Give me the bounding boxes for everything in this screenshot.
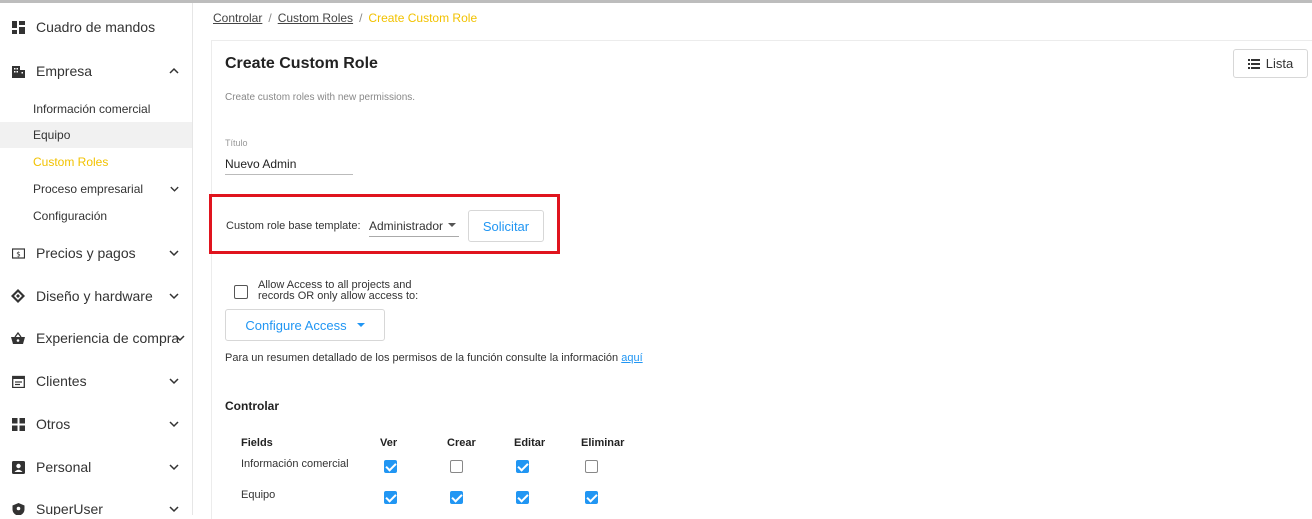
permission-checkbox-crear[interactable]: [450, 491, 463, 504]
permission-checkbox-editar[interactable]: [516, 460, 529, 473]
info-link[interactable]: aquí: [621, 352, 642, 364]
superuser-icon: [11, 502, 25, 515]
configure-access-label: Configure Access: [245, 317, 347, 333]
chevron-down-icon: [175, 335, 185, 342]
sidebar-item-label: Precios y pagos: [36, 245, 136, 261]
breadcrumb-current: Create Custom Role: [368, 11, 478, 25]
dashboard-icon: [11, 20, 25, 34]
sidebar-subitem-equipo[interactable]: Equipo: [0, 122, 192, 148]
apply-template-button[interactable]: Solicitar: [468, 210, 544, 242]
configure-access-button[interactable]: Configure Access: [225, 309, 385, 341]
sidebar-item-personal[interactable]: Personal: [0, 447, 192, 487]
breadcrumb-link-controlar[interactable]: Controlar: [213, 11, 262, 25]
permission-checkbox-eliminar[interactable]: [585, 460, 598, 473]
sidebar-item-dashboard[interactable]: Cuadro de mandos: [0, 7, 192, 47]
sidebar-item-label: SuperUser: [36, 501, 103, 515]
svg-text:$: $: [16, 250, 20, 258]
sidebar-item-precios-pagos[interactable]: $ Precios y pagos: [0, 233, 192, 273]
apply-template-label: Solicitar: [482, 218, 530, 234]
column-header-editar: Editar: [514, 437, 546, 449]
allow-access-checkbox[interactable]: [234, 285, 248, 299]
chevron-down-icon: [169, 506, 179, 513]
column-header-ver: Ver: [380, 437, 398, 449]
chevron-down-icon: [170, 186, 179, 192]
sidebar-subitem-informacion-comercial[interactable]: Información comercial: [0, 96, 192, 122]
permission-checkbox-ver[interactable]: [384, 491, 397, 504]
permission-checkbox-eliminar[interactable]: [585, 491, 598, 504]
sidebar-subitem-label: Configuración: [33, 209, 108, 223]
template-select[interactable]: Administrador: [369, 215, 459, 237]
permission-checkbox-crear[interactable]: [450, 460, 463, 473]
page-subtitle: Create custom roles with new permissions…: [225, 92, 416, 103]
list-icon: [1247, 58, 1260, 69]
chevron-down-icon: [169, 378, 179, 385]
sidebar-item-diseno-hardware[interactable]: Diseño y hardware: [0, 276, 192, 316]
sidebar-subitem-label: Información comercial: [33, 102, 151, 116]
permission-row-label: Equipo: [241, 489, 276, 501]
column-header-crear: Crear: [447, 437, 476, 449]
clients-icon: [11, 374, 25, 388]
permission-checkbox-ver[interactable]: [384, 460, 397, 473]
allow-access-text: Allow Access to all projects and records…: [258, 279, 419, 302]
sidebar-subitem-label: Custom Roles: [33, 155, 109, 169]
sidebar-item-clientes[interactable]: Clientes: [0, 361, 192, 401]
sidebar-item-superuser[interactable]: SuperUser: [0, 489, 192, 515]
chevron-down-icon: [169, 293, 179, 300]
permission-row-label: Información comercial: [241, 458, 349, 470]
basket-icon: [11, 331, 25, 345]
sidebar-item-label: Empresa: [36, 63, 93, 79]
sidebar-subitem-custom-roles[interactable]: Custom Roles: [0, 149, 192, 175]
others-icon: [11, 417, 25, 431]
sidebar-item-label: Clientes: [36, 373, 87, 389]
sidebar: Cuadro de mandos Empresa Información com…: [0, 3, 193, 515]
chevron-down-icon: [169, 421, 179, 428]
sidebar-item-empresa[interactable]: Empresa: [0, 51, 192, 91]
sidebar-item-otros[interactable]: Otros: [0, 404, 192, 444]
column-header-fields: Fields: [241, 437, 273, 449]
column-header-eliminar: Eliminar: [581, 437, 625, 449]
sidebar-item-label: Experiencia de compra: [36, 330, 180, 346]
permission-checkbox-editar[interactable]: [516, 491, 529, 504]
sidebar-subitem-label: Proceso empresarial: [33, 182, 144, 196]
sidebar-item-label: Cuadro de mandos: [36, 19, 156, 35]
info-text-body: Para un resumen detallado de los permiso…: [225, 352, 619, 364]
sidebar-item-label: Otros: [36, 416, 71, 432]
title-input[interactable]: [225, 154, 353, 175]
page-title: Create Custom Role: [225, 55, 378, 72]
sidebar-subitem-label: Equipo: [33, 128, 71, 142]
design-icon: [11, 289, 25, 303]
chevron-up-icon: [169, 67, 179, 74]
breadcrumb-link-custom-roles[interactable]: Custom Roles: [278, 11, 353, 25]
personal-icon: [11, 460, 25, 474]
sidebar-subitem-proceso-empresarial[interactable]: Proceso empresarial: [0, 176, 192, 202]
breadcrumb-separator: /: [268, 11, 272, 25]
template-select-value: Administrador: [369, 218, 444, 233]
caret-down-icon: [356, 323, 365, 327]
chevron-down-icon: [169, 250, 179, 257]
breadcrumb: Controlar / Custom Roles / Create Custom Rol…: [213, 11, 477, 25]
title-field-label: Título: [225, 138, 248, 148]
caret-down-icon: [448, 223, 456, 227]
breadcrumb-separator: /: [359, 11, 363, 25]
chevron-down-icon: [169, 464, 179, 471]
price-tag-icon: $: [11, 246, 25, 260]
sidebar-item-label: Diseño y hardware: [36, 288, 153, 304]
sidebar-subitem-configuracion[interactable]: Configuración: [0, 203, 192, 229]
info-text: Para un resumen detallado de los permiso…: [225, 352, 643, 364]
list-button-label: Lista: [1265, 56, 1294, 71]
sidebar-item-label: Personal: [36, 459, 92, 475]
building-icon: [11, 64, 25, 78]
section-title-controlar: Controlar: [225, 399, 279, 413]
sidebar-item-experiencia-compra[interactable]: Experiencia de compra: [0, 318, 192, 358]
list-button[interactable]: Lista: [1233, 49, 1308, 78]
template-label: Custom role base template:: [226, 220, 361, 232]
